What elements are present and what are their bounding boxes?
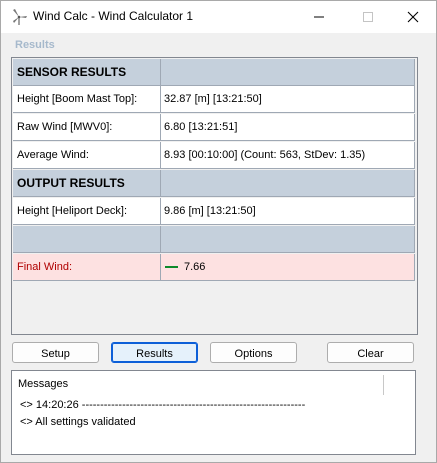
- maximize-button[interactable]: [345, 1, 391, 33]
- window-title: Wind Calc - Wind Calculator 1: [33, 9, 194, 23]
- grid-row-height-heliport-deck[interactable]: Height [Heliport Deck]: 9.86 [m] [13:21:…: [13, 198, 415, 225]
- grid-cell-value[interactable]: [161, 170, 415, 197]
- grid-cell-value[interactable]: 32.87 [m] [13:21:50]: [161, 86, 415, 113]
- results-grid[interactable]: SENSOR RESULTS Height [Boom Mast Top]: 3…: [11, 57, 418, 335]
- clear-button[interactable]: Clear: [327, 342, 414, 363]
- grid-row-empty-header[interactable]: [13, 226, 415, 253]
- grid-cell-label[interactable]: [13, 226, 161, 253]
- grid-cell-label[interactable]: OUTPUT RESULTS: [13, 170, 161, 197]
- grid-row-sensor-results-header[interactable]: SENSOR RESULTS: [13, 59, 415, 86]
- minimize-button[interactable]: [296, 1, 342, 33]
- grid-cell-label[interactable]: Average Wind:: [13, 142, 161, 169]
- app-window: Wind Calc - Wind Calculator 1 Results SE…: [0, 0, 437, 463]
- wind-status-indicator: [165, 266, 178, 269]
- grid-row-height-boom-mast-top[interactable]: Height [Boom Mast Top]: 32.87 [m] [13:21…: [13, 86, 415, 113]
- grid-cell-value[interactable]: [161, 226, 415, 253]
- grid-cell-label[interactable]: Raw Wind [MWV0]:: [13, 114, 161, 141]
- messages-title: Messages: [18, 378, 69, 390]
- close-button[interactable]: [390, 1, 436, 33]
- message-line: <> 14:20:26 ----------------------------…: [20, 399, 306, 411]
- grid-row-final-wind[interactable]: Final Wind: 7.66: [13, 254, 415, 281]
- maximize-icon: [363, 12, 373, 22]
- grid-cell-value[interactable]: 9.86 [m] [13:21:50]: [161, 198, 415, 225]
- minimize-icon: [314, 16, 324, 18]
- grid-cell-label[interactable]: Final Wind:: [13, 254, 161, 281]
- close-icon: [407, 11, 419, 23]
- wind-turbine-icon: [10, 8, 28, 26]
- messages-column-divider[interactable]: [383, 375, 384, 395]
- grid-cell-value[interactable]: 6.80 [13:21:51]: [161, 114, 415, 141]
- message-line: <> All settings validated: [20, 416, 136, 428]
- grid-cell-value[interactable]: 7.66: [161, 254, 415, 281]
- grid-cell-value[interactable]: [161, 59, 415, 86]
- results-group-label: Results: [15, 39, 55, 51]
- messages-panel[interactable]: Messages <> 14:20:26 -------------------…: [11, 370, 416, 455]
- grid-cell-value[interactable]: 8.93 [00:10:00] (Count: 563, StDev: 1.35…: [161, 142, 415, 169]
- grid-row-raw-wind[interactable]: Raw Wind [MWV0]: 6.80 [13:21:51]: [13, 114, 415, 141]
- grid-cell-label[interactable]: Height [Boom Mast Top]:: [13, 86, 161, 113]
- results-button[interactable]: Results: [111, 342, 198, 363]
- grid-row-average-wind[interactable]: Average Wind: 8.93 [00:10:00] (Count: 56…: [13, 142, 415, 169]
- options-button[interactable]: Options: [210, 342, 297, 363]
- setup-button[interactable]: Setup: [12, 342, 99, 363]
- grid-cell-label[interactable]: Height [Heliport Deck]:: [13, 198, 161, 225]
- grid-cell-label[interactable]: SENSOR RESULTS: [13, 59, 161, 86]
- title-bar[interactable]: Wind Calc - Wind Calculator 1: [1, 1, 436, 33]
- grid-row-output-results-header[interactable]: OUTPUT RESULTS: [13, 170, 415, 197]
- final-wind-value: 7.66: [184, 261, 206, 273]
